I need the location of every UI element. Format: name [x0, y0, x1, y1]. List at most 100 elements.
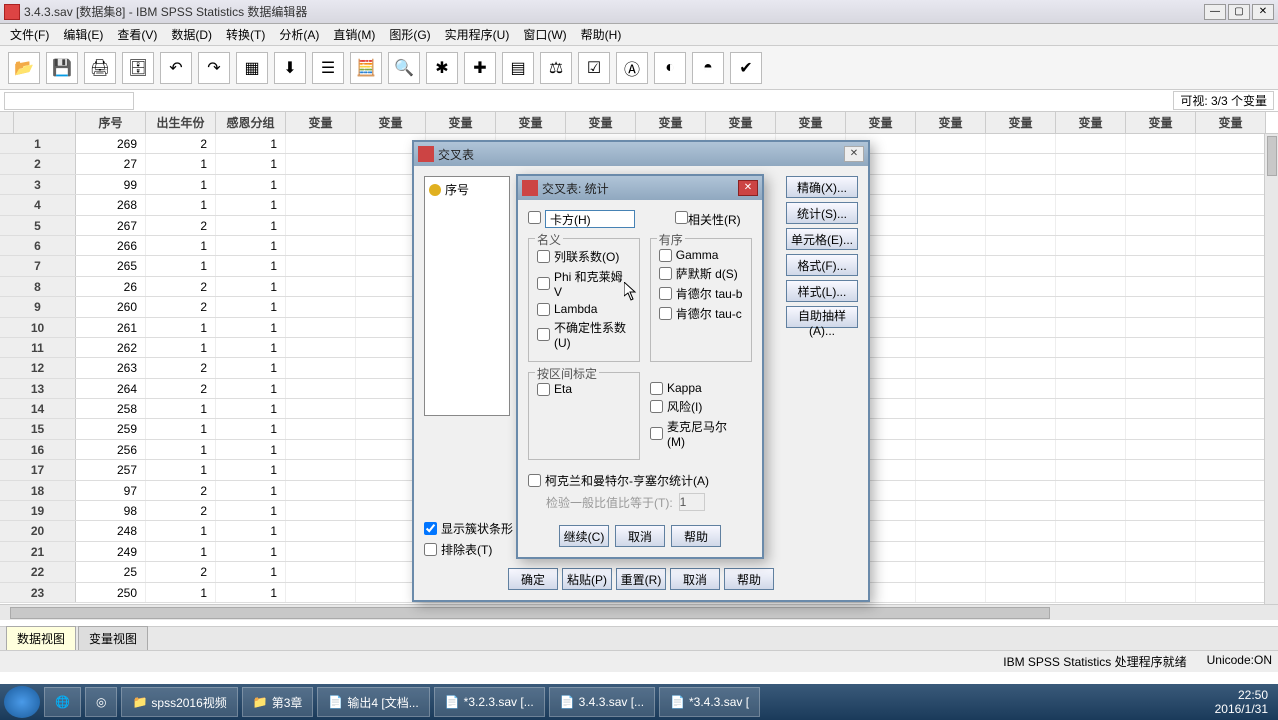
- cmh-checkbox[interactable]: [528, 474, 541, 487]
- data-cell[interactable]: [986, 399, 1056, 418]
- undo-icon[interactable]: ↶: [160, 52, 192, 84]
- list-item[interactable]: 序号: [429, 181, 505, 198]
- dialog-titlebar[interactable]: 交叉表: 统计 ✕: [518, 176, 762, 200]
- data-cell[interactable]: [1196, 236, 1266, 255]
- data-cell[interactable]: [286, 542, 356, 561]
- data-cell[interactable]: 1: [216, 236, 286, 255]
- data-cell[interactable]: [1056, 358, 1126, 377]
- data-cell[interactable]: [1126, 521, 1196, 540]
- data-cell[interactable]: 263: [76, 358, 146, 377]
- data-cell[interactable]: [286, 419, 356, 438]
- data-cell[interactable]: [1196, 318, 1266, 337]
- data-cell[interactable]: 2: [146, 501, 216, 520]
- data-cell[interactable]: [286, 256, 356, 275]
- cancel-button[interactable]: 取消: [615, 525, 665, 547]
- data-cell[interactable]: [1126, 440, 1196, 459]
- into-icon[interactable]: ⬇: [274, 52, 306, 84]
- chi-square-checkbox[interactable]: [528, 210, 635, 228]
- data-cell[interactable]: 97: [76, 481, 146, 500]
- taub-checkbox[interactable]: 肯德尔 tau-b: [659, 285, 743, 302]
- data-cell[interactable]: 1: [216, 154, 286, 173]
- data-cell[interactable]: [916, 521, 986, 540]
- mcnemar-checkbox[interactable]: 麦克尼马尔(M): [650, 418, 744, 449]
- data-cell[interactable]: [1196, 256, 1266, 275]
- menu-file[interactable]: 文件(F): [4, 24, 55, 45]
- data-cell[interactable]: [916, 236, 986, 255]
- maximize-button[interactable]: ▢: [1228, 4, 1250, 20]
- menu-transform[interactable]: 转换(T): [220, 24, 271, 45]
- data-cell[interactable]: 1: [216, 521, 286, 540]
- data-cell[interactable]: 1: [216, 338, 286, 357]
- taskbar-item[interactable]: 📁spss2016视频: [121, 687, 237, 717]
- data-cell[interactable]: [1056, 256, 1126, 275]
- data-cell[interactable]: 2: [146, 134, 216, 153]
- data-cell[interactable]: 2: [146, 481, 216, 500]
- dialog-titlebar[interactable]: 交叉表 ✕: [414, 142, 868, 166]
- data-cell[interactable]: [916, 583, 986, 602]
- row-header[interactable]: 5: [0, 216, 76, 235]
- data-cell[interactable]: 2: [146, 379, 216, 398]
- data-cell[interactable]: [986, 521, 1056, 540]
- data-cell[interactable]: [916, 440, 986, 459]
- exact-button[interactable]: 精确(X)...: [786, 176, 858, 198]
- data-cell[interactable]: 1: [216, 419, 286, 438]
- data-cell[interactable]: [986, 175, 1056, 194]
- data-cell[interactable]: 1: [216, 399, 286, 418]
- data-cell[interactable]: [986, 501, 1056, 520]
- format-button[interactable]: 格式(F)...: [786, 254, 858, 276]
- data-cell[interactable]: [1056, 521, 1126, 540]
- data-cell[interactable]: [1126, 379, 1196, 398]
- data-cell[interactable]: 1: [146, 399, 216, 418]
- data-cell[interactable]: [986, 277, 1056, 296]
- insert-case-icon[interactable]: ✱: [426, 52, 458, 84]
- data-cell[interactable]: [916, 399, 986, 418]
- col-header[interactable]: 变量: [356, 112, 426, 133]
- data-cell[interactable]: [986, 256, 1056, 275]
- data-cell[interactable]: [916, 297, 986, 316]
- data-cell[interactable]: [916, 562, 986, 581]
- data-cell[interactable]: [286, 154, 356, 173]
- data-cell[interactable]: [1196, 399, 1266, 418]
- menu-analyze[interactable]: 分析(A): [273, 24, 325, 45]
- col-header[interactable]: 变量: [776, 112, 846, 133]
- taskbar-item[interactable]: 📄输出4 [文档...: [317, 687, 429, 717]
- data-cell[interactable]: [1196, 216, 1266, 235]
- data-cell[interactable]: [1126, 501, 1196, 520]
- data-cell[interactable]: 265: [76, 256, 146, 275]
- row-header[interactable]: 18: [0, 481, 76, 500]
- data-cell[interactable]: [1056, 338, 1126, 357]
- data-cell[interactable]: 1: [216, 175, 286, 194]
- find-icon[interactable]: 🔍: [388, 52, 420, 84]
- data-cell[interactable]: 1: [216, 358, 286, 377]
- data-cell[interactable]: 1: [146, 542, 216, 561]
- data-cell[interactable]: 1: [216, 440, 286, 459]
- row-header[interactable]: 19: [0, 501, 76, 520]
- row-header[interactable]: 16: [0, 440, 76, 459]
- risk-checkbox[interactable]: 风险(I): [650, 398, 744, 415]
- data-cell[interactable]: [916, 175, 986, 194]
- sets-icon[interactable]: ◓: [692, 52, 724, 84]
- data-cell[interactable]: 1: [146, 338, 216, 357]
- goto-icon[interactable]: ▦: [236, 52, 268, 84]
- help-button[interactable]: 帮助: [671, 525, 721, 547]
- cancel-button[interactable]: 取消: [670, 568, 720, 590]
- data-cell[interactable]: 269: [76, 134, 146, 153]
- data-cell[interactable]: [1056, 419, 1126, 438]
- save-icon[interactable]: 💾: [46, 52, 78, 84]
- data-cell[interactable]: [986, 195, 1056, 214]
- data-cell[interactable]: [916, 318, 986, 337]
- redo-icon[interactable]: ↷: [198, 52, 230, 84]
- data-cell[interactable]: [286, 134, 356, 153]
- menu-window[interactable]: 窗口(W): [517, 24, 572, 45]
- menu-data[interactable]: 数据(D): [165, 24, 218, 45]
- data-cell[interactable]: [916, 216, 986, 235]
- data-cell[interactable]: [986, 583, 1056, 602]
- data-cell[interactable]: 1: [216, 379, 286, 398]
- cell-reference-input[interactable]: [4, 92, 134, 110]
- data-cell[interactable]: [1056, 297, 1126, 316]
- data-cell[interactable]: 256: [76, 440, 146, 459]
- data-cell[interactable]: 264: [76, 379, 146, 398]
- data-cell[interactable]: 1: [146, 318, 216, 337]
- data-cell[interactable]: [1126, 399, 1196, 418]
- statistics-button[interactable]: 统计(S)...: [786, 202, 858, 224]
